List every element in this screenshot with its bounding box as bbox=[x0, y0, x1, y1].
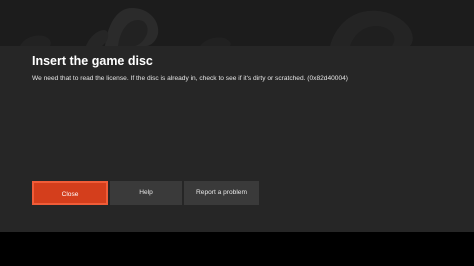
dialog-message: We need that to read the license. If the… bbox=[32, 75, 348, 82]
dialog-title: Insert the game disc bbox=[32, 54, 153, 68]
report-problem-button[interactable]: Report a problem bbox=[184, 181, 259, 205]
screen: Insert the game disc We need that to rea… bbox=[0, 0, 474, 266]
background-swirl-art bbox=[20, 8, 413, 46]
help-button[interactable]: Help bbox=[110, 181, 182, 205]
bottom-background bbox=[0, 232, 474, 266]
close-button[interactable]: Close bbox=[32, 181, 108, 205]
background-artwork bbox=[0, 0, 474, 46]
error-dialog: Insert the game disc We need that to rea… bbox=[0, 46, 474, 232]
